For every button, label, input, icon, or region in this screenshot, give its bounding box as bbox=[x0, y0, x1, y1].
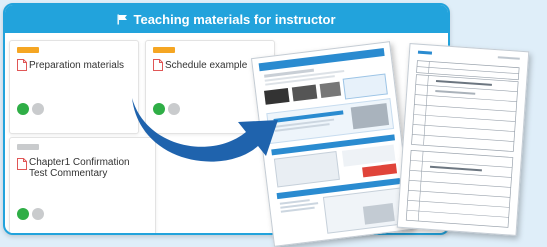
material-card-preparation[interactable]: Preparation materials bbox=[9, 40, 139, 134]
card-title[interactable]: Preparation materials bbox=[29, 60, 134, 71]
tag bbox=[17, 144, 39, 150]
document-icon bbox=[153, 59, 163, 71]
page-thumbnail bbox=[405, 50, 520, 228]
panel-title: Teaching materials for instructor bbox=[133, 11, 336, 27]
new-tag bbox=[17, 47, 39, 53]
panel-header: Teaching materials for instructor bbox=[5, 5, 448, 33]
download-button[interactable] bbox=[17, 208, 29, 220]
view-button[interactable] bbox=[32, 103, 44, 115]
view-button[interactable] bbox=[32, 208, 44, 220]
document-preview-page-2 bbox=[396, 43, 530, 236]
document-icon bbox=[17, 158, 27, 170]
flag-icon bbox=[117, 14, 128, 24]
document-icon bbox=[17, 59, 27, 71]
curved-arrow-icon bbox=[132, 98, 278, 162]
download-button[interactable] bbox=[17, 103, 29, 115]
new-tag bbox=[153, 47, 175, 53]
